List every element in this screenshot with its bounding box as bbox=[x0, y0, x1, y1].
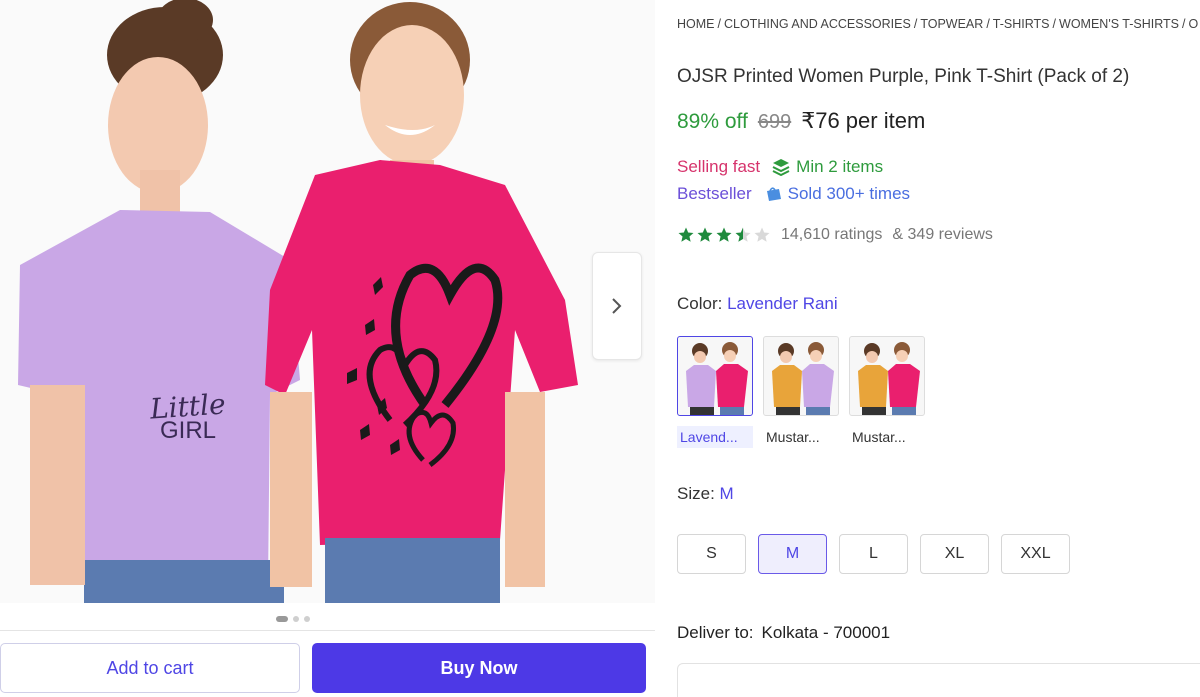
star-icon bbox=[697, 227, 713, 242]
color-swatch[interactable]: Mustar... bbox=[849, 336, 925, 448]
size-options: S M L XL XXL bbox=[677, 534, 1070, 574]
star-icon bbox=[754, 227, 770, 242]
original-price: 699 bbox=[757, 111, 792, 133]
star-icon bbox=[678, 227, 694, 242]
pagination-dot[interactable] bbox=[276, 616, 288, 622]
price-row: 89% off 699 ₹76 per item bbox=[677, 108, 925, 134]
reviews-count: & 349 reviews bbox=[892, 226, 993, 243]
color-label-row: Color: Lavender Rani bbox=[677, 294, 838, 314]
color-swatch[interactable]: Mustar... bbox=[763, 336, 839, 448]
breadcrumb-current[interactable]: O bbox=[1189, 17, 1199, 31]
purchase-action-bar: Add to cart Buy Now bbox=[0, 630, 655, 697]
product-photo-illustration bbox=[18, 0, 578, 603]
badge-row-1: Selling fast Min 2 items bbox=[677, 157, 883, 177]
star-icon bbox=[735, 227, 751, 242]
delivery-info-box bbox=[677, 663, 1200, 697]
swatch-image bbox=[858, 342, 920, 415]
shopping-bag-icon bbox=[766, 187, 781, 201]
color-swatch-label: Mustar... bbox=[766, 429, 820, 445]
size-option-m[interactable]: M bbox=[758, 534, 827, 574]
min-items-text: Min 2 items bbox=[796, 157, 884, 176]
buy-now-button[interactable]: Buy Now bbox=[312, 643, 646, 693]
breadcrumb-home[interactable]: HOME bbox=[677, 17, 715, 31]
add-to-cart-button[interactable]: Add to cart bbox=[0, 643, 300, 693]
pagination-dot[interactable] bbox=[293, 616, 299, 622]
size-option-xxl[interactable]: XXL bbox=[1001, 534, 1070, 574]
delivery-row: Deliver to: Kolkata - 700001 bbox=[677, 623, 890, 643]
color-swatch-thumbnail bbox=[763, 336, 839, 416]
color-label: Color: bbox=[677, 294, 723, 313]
badge-row-2: Bestseller Sold 300+ times bbox=[677, 184, 910, 204]
pagination-dot[interactable] bbox=[304, 616, 310, 622]
discount-percent: 89% off bbox=[677, 110, 748, 133]
breadcrumb-womens-tshirts[interactable]: WOMEN'S T-SHIRTS bbox=[1059, 17, 1179, 31]
color-swatch-label: Lavend... bbox=[677, 426, 753, 448]
sold-count-text: Sold 300+ times bbox=[787, 184, 911, 203]
breadcrumb-topwear[interactable]: TOPWEAR bbox=[920, 17, 983, 31]
color-swatch-thumbnail bbox=[849, 336, 925, 416]
delivery-location[interactable]: Kolkata - 700001 bbox=[762, 623, 891, 642]
star-rating bbox=[677, 226, 771, 244]
color-swatch-thumbnail bbox=[677, 336, 753, 416]
selling-fast-badge: Selling fast bbox=[677, 157, 761, 176]
selected-color: Lavender Rani bbox=[727, 294, 838, 313]
breadcrumb-tshirts[interactable]: T-SHIRTS bbox=[993, 17, 1050, 31]
selling-price: ₹76 per item bbox=[801, 108, 926, 133]
swatch-image bbox=[772, 342, 834, 415]
star-icon bbox=[716, 227, 732, 242]
size-option-s[interactable]: S bbox=[677, 534, 746, 574]
heart-print-illustration bbox=[347, 263, 503, 468]
product-image[interactable] bbox=[0, 0, 655, 603]
breadcrumb-clothing[interactable]: CLOTHING AND ACCESSORIES bbox=[724, 17, 911, 31]
selected-size: M bbox=[719, 484, 734, 503]
layers-icon bbox=[772, 159, 790, 176]
next-image-button[interactable] bbox=[592, 252, 642, 360]
size-option-xl[interactable]: XL bbox=[920, 534, 989, 574]
product-title: OJSR Printed Women Purple, Pink T-Shirt … bbox=[677, 66, 1130, 87]
color-swatches: Lavend... Mustar... Mustar... bbox=[677, 336, 925, 448]
size-label: Size: bbox=[677, 484, 715, 503]
left-model bbox=[18, 0, 300, 603]
product-details: HOME / CLOTHING AND ACCESSORIES / TOPWEAR / T-… bbox=[677, 0, 1200, 697]
min-items-badge: Min 2 items bbox=[772, 157, 883, 177]
rating-row[interactable]: 14,610 ratings & 349 reviews bbox=[677, 226, 993, 244]
bestseller-badge: Bestseller bbox=[677, 184, 752, 203]
chevron-right-icon bbox=[612, 298, 622, 314]
swatch-image bbox=[686, 342, 748, 415]
size-label-row: Size: M bbox=[677, 484, 734, 504]
deliver-to-label: Deliver to: bbox=[677, 623, 754, 642]
breadcrumb: HOME / CLOTHING AND ACCESSORIES / TOPWEAR / T-… bbox=[677, 17, 1199, 31]
ratings-count: 14,610 ratings bbox=[781, 226, 883, 243]
image-pagination-dots bbox=[276, 616, 310, 622]
size-option-l[interactable]: L bbox=[839, 534, 908, 574]
sold-count-badge: Sold 300+ times bbox=[764, 184, 910, 204]
color-swatch[interactable]: Lavend... bbox=[677, 336, 753, 448]
color-swatch-label: Mustar... bbox=[852, 429, 906, 445]
